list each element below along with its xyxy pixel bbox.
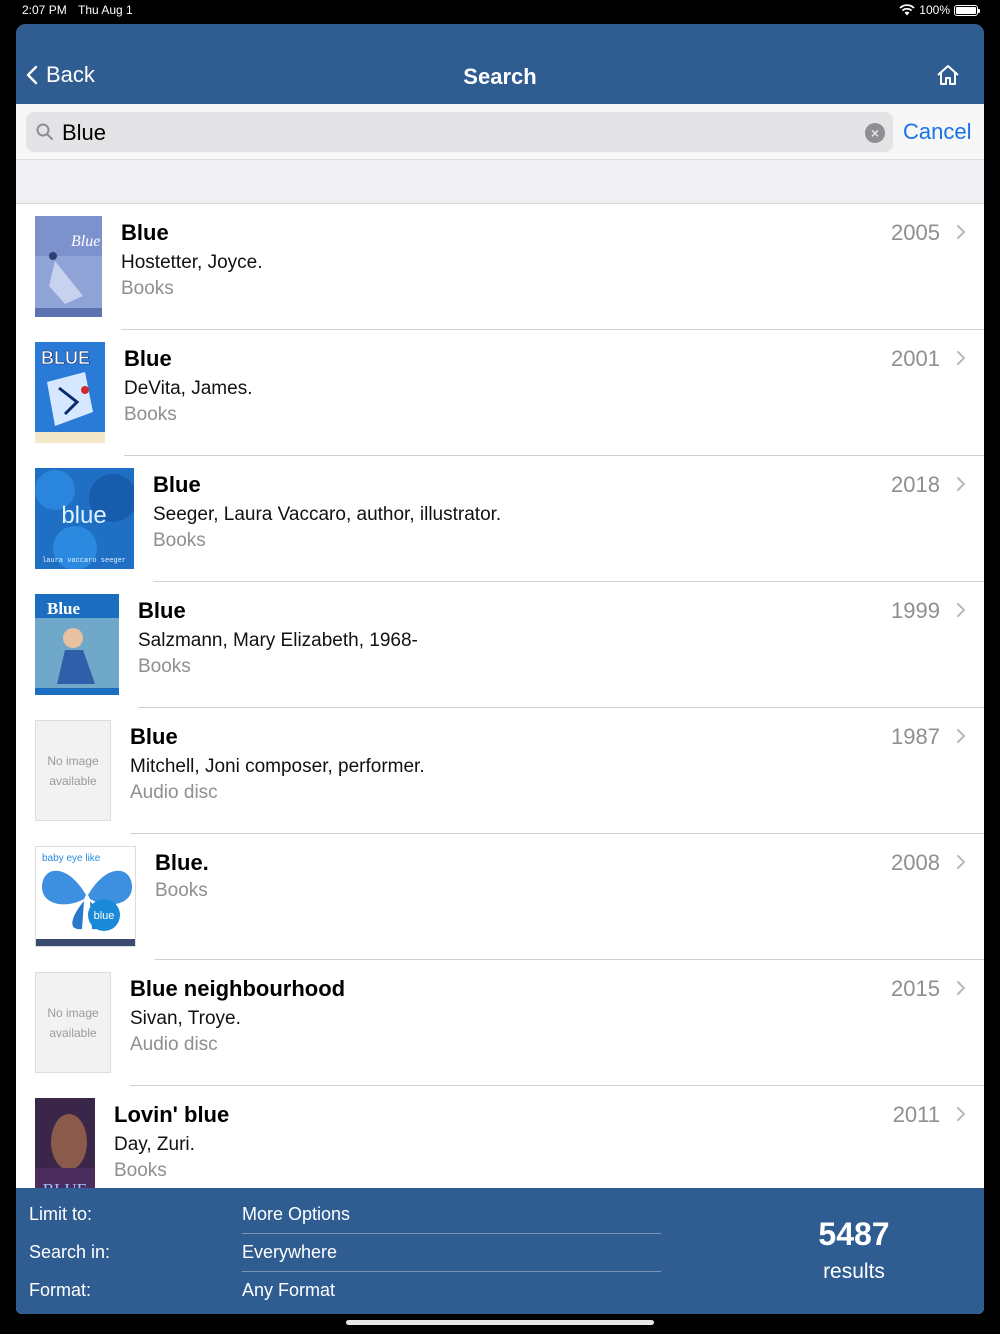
- cover-image: baby eye like blue: [35, 846, 136, 947]
- search-query: Blue: [62, 120, 107, 145]
- limit-to-value[interactable]: More Options: [242, 1204, 350, 1225]
- search-in-value[interactable]: Everywhere: [242, 1242, 337, 1263]
- chevron-right-icon: [957, 855, 966, 869]
- search-options-footer: Limit to: More Options Search in: Everyw…: [16, 1188, 984, 1314]
- cancel-button[interactable]: Cancel: [903, 119, 971, 145]
- result-year: 2008: [891, 850, 940, 875]
- svg-text:baby eye like: baby eye like: [42, 853, 101, 864]
- result-year: 2015: [891, 976, 940, 1001]
- result-title: Blue: [138, 598, 186, 623]
- search-in-row[interactable]: Search in: Everywhere: [29, 1234, 661, 1272]
- chevron-right-icon: [957, 603, 966, 617]
- result-author: Seeger, Laura Vaccaro, author, illustrat…: [153, 504, 502, 525]
- chevron-right-icon: [957, 351, 966, 365]
- format-row[interactable]: Format: Any Format: [29, 1272, 661, 1310]
- svg-text:Blue: Blue: [71, 233, 100, 250]
- chevron-right-icon: [957, 1107, 966, 1121]
- result-format: Books: [153, 530, 206, 551]
- result-year: 1999: [891, 598, 940, 623]
- result-format: Books: [124, 404, 177, 425]
- clear-search-icon[interactable]: ×: [865, 123, 885, 143]
- result-format: Books: [121, 278, 174, 299]
- status-time: 2:07 PM: [22, 3, 67, 17]
- result-title: Blue: [121, 220, 169, 245]
- result-author: Mitchell, Joni composer, performer.: [130, 756, 425, 777]
- result-row[interactable]: BLUE Blue DeVita, James. Books 2001: [16, 330, 984, 456]
- results-count: 5487: [818, 1216, 890, 1252]
- status-right: 100%: [899, 3, 980, 17]
- home-indicator[interactable]: [346, 1320, 654, 1325]
- result-title: Blue: [124, 346, 172, 371]
- result-author: Hostetter, Joyce.: [121, 252, 263, 273]
- limit-to-row[interactable]: Limit to: More Options: [29, 1196, 661, 1234]
- result-row[interactable]: No image available Blue Mitchell, Joni c…: [16, 708, 984, 834]
- result-author: Salzmann, Mary Elizabeth, 1968-: [138, 630, 418, 651]
- chevron-right-icon: [957, 477, 966, 491]
- result-title: Lovin' blue: [114, 1102, 230, 1127]
- result-title: Blue.: [155, 850, 209, 875]
- status-bar: 2:07 PM Thu Aug 1 100%: [0, 0, 1000, 22]
- result-year: 2005: [891, 220, 940, 245]
- svg-text:laura vaccaro seeger: laura vaccaro seeger: [42, 557, 126, 565]
- search-bar: Blue × Cancel: [16, 104, 984, 160]
- svg-text:blue: blue: [61, 502, 106, 529]
- cover-image: BLUE: [35, 342, 105, 443]
- result-year: 2011: [892, 1102, 940, 1127]
- section-header: [16, 160, 984, 204]
- no-image-placeholder: No image available: [35, 972, 111, 1073]
- results-count-label: results: [823, 1260, 885, 1283]
- result-year: 2018: [891, 472, 940, 497]
- cover-image: Blue: [35, 216, 102, 317]
- result-format: Books: [114, 1160, 167, 1181]
- battery-percent: 100%: [919, 3, 950, 17]
- status-date: Thu Aug 1: [78, 3, 133, 17]
- home-button[interactable]: [936, 64, 960, 91]
- result-row[interactable]: Blue Blue Hostetter, Joyce. Books 2005: [16, 204, 984, 330]
- search-in-label: Search in:: [29, 1242, 111, 1262]
- result-row[interactable]: blue laura vaccaro seeger Blue Seeger, L…: [16, 456, 984, 582]
- result-title: Blue neighbourhood: [130, 976, 346, 1001]
- result-author: Day, Zuri.: [114, 1134, 195, 1155]
- results-list[interactable]: Blue Blue Hostetter, Joyce. Books 2005 B…: [16, 204, 984, 1190]
- result-format: Audio disc: [130, 1034, 218, 1055]
- no-image-placeholder: No image available: [35, 720, 111, 821]
- page-title: Search: [463, 64, 537, 89]
- result-row[interactable]: BLUE Lovin' blue Day, Zuri. Books 2011: [16, 1086, 984, 1190]
- format-value[interactable]: Any Format: [242, 1280, 335, 1301]
- chevron-right-icon: [957, 225, 966, 239]
- wifi-icon: [899, 4, 915, 16]
- chevron-right-icon: [957, 729, 966, 743]
- cover-image: blue laura vaccaro seeger: [35, 468, 134, 569]
- result-format: Books: [138, 656, 191, 677]
- result-row[interactable]: baby eye like blue Blue. Books 2008: [16, 834, 984, 960]
- app-window: Back Search Blue × Cancel Blue Blue Host…: [16, 24, 984, 1314]
- home-icon: [937, 65, 959, 85]
- result-row[interactable]: Blue Blue Salzmann, Mary Elizabeth, 1968…: [16, 582, 984, 708]
- chevron-right-icon: [957, 981, 966, 995]
- battery-icon: [954, 4, 980, 16]
- cover-image: BLUE: [35, 1098, 95, 1190]
- svg-text:BLUE: BLUE: [41, 348, 90, 368]
- result-row[interactable]: No image available Blue neighbourhood Si…: [16, 960, 984, 1086]
- nav-bar: Back Search: [16, 24, 984, 104]
- result-author: DeVita, James.: [124, 378, 253, 399]
- format-label: Format:: [29, 1280, 92, 1300]
- svg-text:Blue: Blue: [47, 599, 81, 618]
- cover-image: Blue: [35, 594, 119, 695]
- result-year: 1987: [891, 724, 940, 749]
- result-year: 2001: [891, 346, 940, 371]
- svg-text:blue: blue: [94, 910, 115, 922]
- search-icon: [36, 123, 53, 140]
- result-title: Blue: [130, 724, 178, 749]
- search-input[interactable]: Blue ×: [26, 112, 893, 152]
- limit-to-label: Limit to:: [29, 1204, 93, 1224]
- result-format: Books: [155, 880, 208, 901]
- result-format: Audio disc: [130, 782, 218, 803]
- result-title: Blue: [153, 472, 201, 497]
- result-author: Sivan, Troye.: [130, 1008, 241, 1029]
